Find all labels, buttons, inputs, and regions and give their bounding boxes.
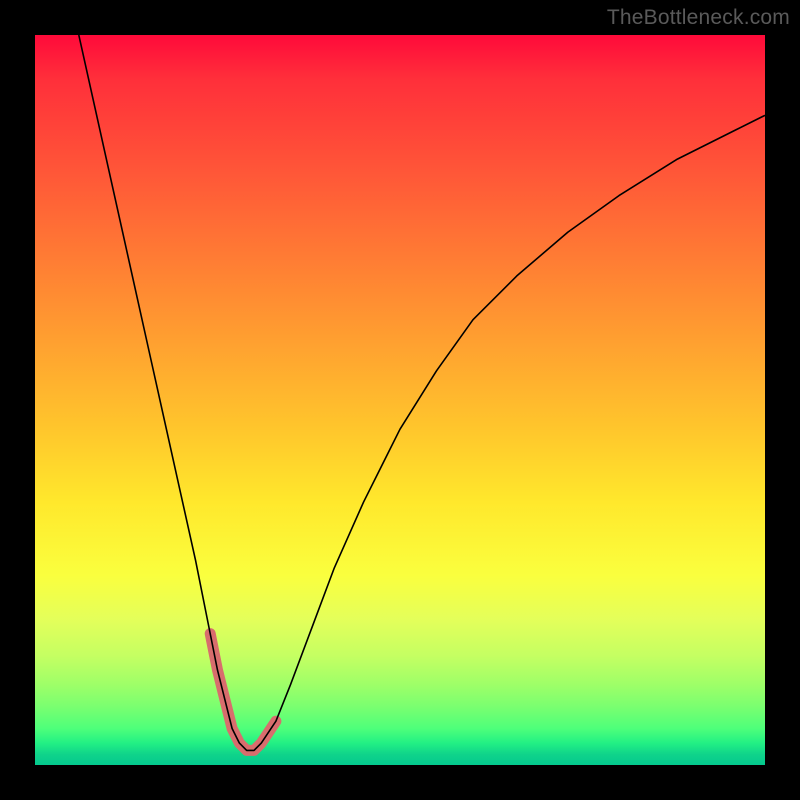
- watermark-text: TheBottleneck.com: [607, 6, 790, 30]
- plot-area: [35, 35, 765, 765]
- chart-frame: TheBottleneck.com: [0, 0, 800, 800]
- curve-svg: [35, 35, 765, 765]
- main-curve-path: [79, 35, 765, 750]
- highlight-path: [210, 634, 276, 751]
